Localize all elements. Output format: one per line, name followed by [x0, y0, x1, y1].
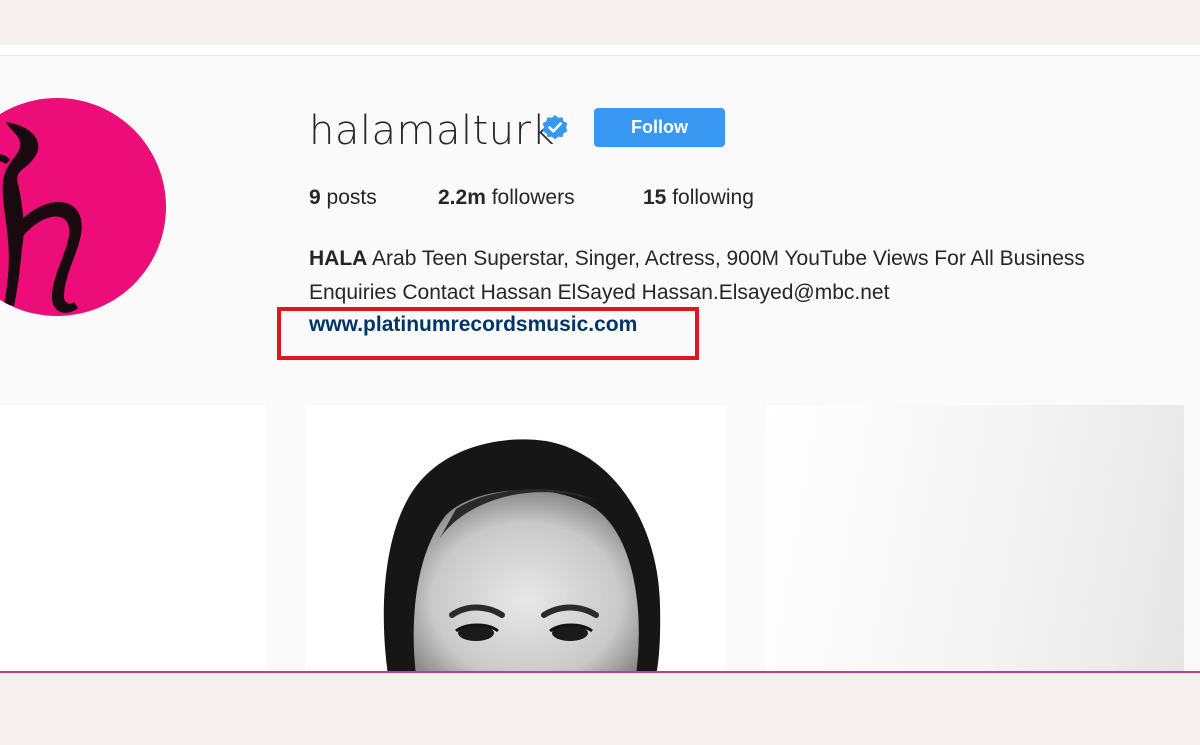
following-count: 15 [643, 186, 667, 209]
followers-count: 2.2m [438, 186, 486, 209]
following-stat[interactable]: 15 following [643, 186, 754, 210]
top-band [0, 0, 1200, 45]
post-thumbnail-1[interactable] [0, 405, 267, 672]
profile-bio: HALA Arab Teen Superstar, Singer, Actres… [309, 242, 1149, 310]
post-thumbnail-3[interactable] [765, 405, 1184, 672]
post-thumbnail-2[interactable] [306, 405, 725, 672]
verified-badge-icon [542, 115, 568, 140]
link-highlight-box [277, 307, 699, 360]
bio-name: HALA [309, 247, 368, 270]
bottom-band [0, 671, 1200, 745]
avatar-logo-icon [0, 122, 82, 313]
follow-button[interactable]: Follow [594, 108, 725, 147]
posts-count: 9 [309, 186, 321, 209]
profile-avatar[interactable] [0, 98, 166, 316]
following-label: following [672, 186, 754, 209]
bio-text: Arab Teen Superstar, Singer, Actress, 90… [309, 247, 1085, 304]
portrait-photo [306, 405, 725, 672]
profile-username: halamalturk [309, 108, 556, 154]
posts-label: posts [326, 186, 377, 209]
followers-label: followers [491, 186, 575, 209]
posts-stat[interactable]: 9 posts [309, 186, 377, 210]
followers-stat[interactable]: 2.2m followers [438, 186, 575, 210]
page-top-edge [0, 45, 1200, 55]
profile-page: halamalturk Follow 9 posts 2.2m follower… [0, 55, 1200, 672]
